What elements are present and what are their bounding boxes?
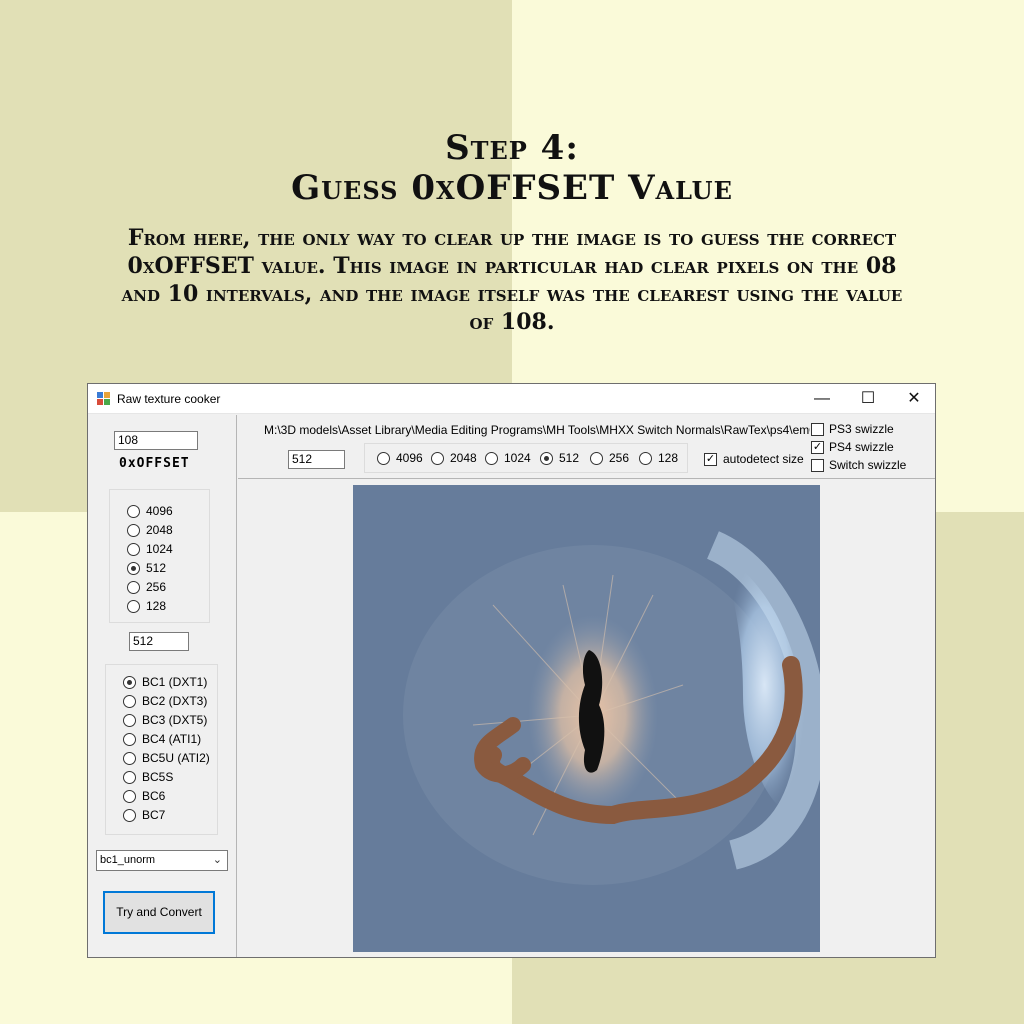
radio-button[interactable] — [540, 452, 553, 465]
maximize-button[interactable]: ☐ — [845, 384, 891, 414]
swizzle-checkbox[interactable]: ✓ — [811, 441, 824, 454]
radio-label: 4096 — [146, 504, 173, 518]
radio-label: 4096 — [396, 451, 423, 465]
app-window: Raw texture cooker — ☐ ✕ 108 0xOFFSET 40… — [87, 383, 936, 958]
radio-label: 2048 — [450, 451, 477, 465]
format-radio-group: BC1 (DXT1) BC2 (DXT3) BC3 (DXT5) BC4 (ATI1)… — [105, 664, 218, 835]
radio-label: BC1 (DXT1) — [142, 675, 208, 689]
radio-label: 1024 — [504, 451, 531, 465]
offset-label: 0xOFFSET — [119, 456, 190, 471]
swizzle-checkbox[interactable] — [811, 459, 824, 472]
radio-button[interactable] — [127, 543, 140, 556]
size-radio-group: 4096 2048 1024 512 256 128 — [109, 489, 210, 623]
radio-button[interactable] — [485, 452, 498, 465]
radio-label: BC5U (ATI2) — [142, 751, 210, 765]
radio-label: BC7 — [142, 808, 166, 822]
radio-label: BC4 (ATI1) — [142, 732, 202, 746]
top-size-radio-group: 4096 2048 1024 512 256 128 — [364, 443, 688, 473]
radio-button[interactable] — [123, 733, 136, 746]
radio-button[interactable] — [123, 695, 136, 708]
left-panel: 108 0xOFFSET 4096 2048 1024 512 256 128 512 B… — [88, 415, 237, 957]
radio-label: 2048 — [146, 523, 173, 537]
radio-label: 1024 — [146, 542, 173, 556]
radio-label: 256 — [609, 451, 630, 465]
top-size-input[interactable]: 512 — [288, 450, 345, 469]
radio-button[interactable] — [123, 714, 136, 727]
swizzle-checkbox[interactable] — [811, 423, 824, 436]
step-subtitle: Guess 0xOFFSET Value — [291, 168, 733, 208]
radio-label: 128 — [658, 451, 679, 465]
minimize-button[interactable]: — — [799, 384, 845, 414]
swizzle-label: PS4 swizzle — [829, 440, 894, 454]
step-title: Step 4: — [445, 128, 579, 168]
radio-button[interactable] — [639, 452, 652, 465]
size-input[interactable]: 512 — [129, 632, 189, 651]
try-and-convert-button[interactable]: Try and Convert — [103, 891, 215, 934]
radio-label: BC3 (DXT5) — [142, 713, 208, 727]
radio-label: 128 — [146, 599, 167, 613]
radio-button[interactable] — [123, 752, 136, 765]
offset-input[interactable]: 108 — [114, 431, 198, 450]
texture-preview — [353, 485, 820, 952]
radio-button[interactable] — [127, 600, 140, 613]
radio-button[interactable] — [127, 562, 140, 575]
radio-button[interactable] — [123, 771, 136, 784]
autodetect-checkbox[interactable]: ✓ — [704, 453, 717, 466]
step-description: From here, the only way to clear up the … — [121, 225, 903, 335]
radio-button[interactable] — [127, 581, 140, 594]
radio-button[interactable] — [127, 505, 140, 518]
radio-button[interactable] — [590, 452, 603, 465]
radio-label: BC2 (DXT3) — [142, 694, 208, 708]
window-title: Raw texture cooker — [117, 392, 221, 406]
radio-button[interactable] — [123, 790, 136, 803]
radio-button[interactable] — [377, 452, 390, 465]
radio-label: 512 — [146, 561, 167, 575]
radio-label: BC6 — [142, 789, 166, 803]
title-bar: Raw texture cooker — ☐ ✕ — [88, 384, 935, 414]
app-icon — [97, 392, 111, 406]
radio-label: BC5S — [142, 770, 174, 784]
top-panel: M:\3D models\Asset Library\Media Editing… — [238, 415, 935, 479]
radio-button[interactable] — [127, 524, 140, 537]
format-dropdown-value: bc1_unorm — [100, 854, 156, 866]
radio-label: 256 — [146, 580, 167, 594]
swizzle-label: Switch swizzle — [829, 458, 907, 472]
format-dropdown[interactable]: bc1_unorm ⌄ — [96, 850, 228, 871]
swizzle-label: PS3 swizzle — [829, 422, 894, 436]
close-button[interactable]: ✕ — [891, 384, 937, 414]
chevron-down-icon: ⌄ — [212, 854, 222, 866]
autodetect-label: autodetect size — [723, 452, 804, 466]
radio-button[interactable] — [123, 809, 136, 822]
radio-button[interactable] — [431, 452, 444, 465]
radio-button[interactable] — [123, 676, 136, 689]
file-path: M:\3D models\Asset Library\Media Editing… — [264, 423, 810, 437]
radio-label: 512 — [559, 451, 580, 465]
